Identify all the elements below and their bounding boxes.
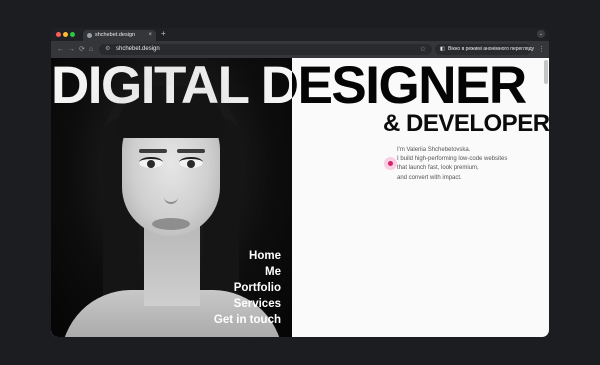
forward-arrow-icon[interactable]: → xyxy=(68,45,75,54)
incognito-text: Вікно в режимі анонімного перегляду xyxy=(448,46,535,52)
tab-search-button[interactable]: ⌄ xyxy=(537,30,545,38)
window-close-button[interactable] xyxy=(56,32,61,37)
home-icon[interactable]: ⌂ xyxy=(89,45,93,54)
tab-title: shchebet.design xyxy=(95,32,136,38)
nav-item-me[interactable]: Me xyxy=(214,264,281,280)
reload-icon[interactable]: ⟳ xyxy=(79,45,85,54)
intro-line: I build high-performing low-code website… xyxy=(397,156,508,163)
tab-close-icon[interactable]: × xyxy=(148,31,152,40)
hero-title: DIGITAL DESIGNER xyxy=(51,58,527,115)
nav-item-services[interactable]: Services xyxy=(214,296,281,312)
window-zoom-button[interactable] xyxy=(70,32,75,37)
tab-bar: shchebet.design × + ⌄ xyxy=(51,28,549,41)
hero-subtitle: & DEVELOPER xyxy=(383,110,549,137)
intro-line: and convert with impact. xyxy=(397,174,462,181)
page-viewport: DIGITAL DESIGNER & DEVELOPER Home Me Por… xyxy=(51,58,549,337)
new-tab-button[interactable]: + xyxy=(161,29,166,39)
nav-item-get-in-touch[interactable]: Get in touch xyxy=(214,312,281,328)
intro-line: that launch fast, look premium, xyxy=(397,165,479,172)
nav-item-home[interactable]: Home xyxy=(214,248,281,264)
address-bar[interactable]: ⚙ shchebet.design ☆ xyxy=(99,44,432,55)
incognito-icon: ◧ xyxy=(440,46,445,52)
browser-tab[interactable]: shchebet.design × xyxy=(83,30,156,41)
cursor-dot xyxy=(388,161,393,166)
incognito-indicator[interactable]: ◧ Вікно в режимі анонімного перегляду xyxy=(435,44,535,55)
address-url[interactable]: shchebet.design xyxy=(116,45,160,54)
browser-toolbar: ← → ⟳ ⌂ ⚙ shchebet.design ☆ ◧ Вікно в ре… xyxy=(51,41,549,58)
window-minimize-button[interactable] xyxy=(63,32,68,37)
main-nav: Home Me Portfolio Services Get in touch xyxy=(214,248,281,328)
intro-line: I'm Valeriia Shchebetovska. xyxy=(397,147,471,153)
back-arrow-icon[interactable]: ← xyxy=(57,45,64,54)
nav-item-portfolio[interactable]: Portfolio xyxy=(214,280,281,296)
browser-menu-icon[interactable]: ⋮ xyxy=(538,45,545,54)
browser-window: shchebet.design × + ⌄ ← → ⟳ ⌂ ⚙ shchebet… xyxy=(51,28,549,337)
page-scrollbar[interactable] xyxy=(544,60,548,84)
site-info-icon[interactable]: ⚙ xyxy=(105,45,110,54)
favicon-icon xyxy=(87,33,92,38)
intro-text: I'm Valeriia Shchebetovska. I build high… xyxy=(397,146,507,183)
bookmark-star-icon[interactable]: ☆ xyxy=(420,45,426,54)
